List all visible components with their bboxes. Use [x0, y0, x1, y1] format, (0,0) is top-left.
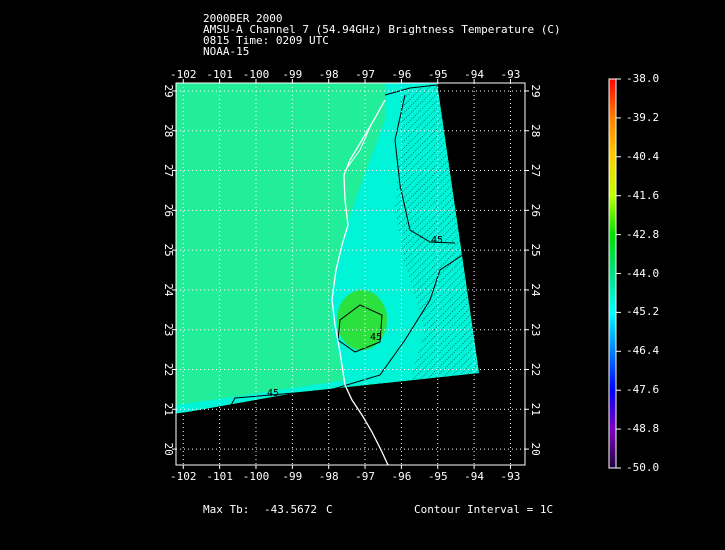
lon-label-top: -93 [501, 68, 521, 81]
colorbar [608, 78, 621, 469]
colorbar-label: -46.4 [626, 344, 660, 358]
lat-label-right: 20 [529, 442, 542, 455]
colorbar-label: -40.4 [626, 149, 660, 163]
lat-label-right: 22 [529, 363, 542, 376]
max-tb-value: -43.5672 [264, 503, 317, 516]
contour-interval: Contour Interval = 1C [414, 503, 554, 516]
lon-label-bottom: -100 [243, 470, 270, 483]
colorbar-label: -41.6 [626, 188, 660, 202]
colorbar-label: -39.2 [626, 110, 660, 124]
lat-label-right: 27 [529, 164, 542, 177]
colorbar-label: -42.8 [626, 227, 660, 241]
colorbar-label: -47.6 [626, 383, 660, 397]
lon-label-bottom: -99 [282, 470, 302, 483]
lat-label-right: 23 [529, 323, 542, 336]
lat-label-left: 27 [162, 164, 175, 177]
lon-label-bottom: -94 [464, 470, 484, 483]
colorbar-label: -44.0 [626, 266, 660, 280]
lon-label-top: -96 [391, 68, 411, 81]
lon-label-top: -97 [355, 68, 375, 81]
lon-label-top: -95 [428, 68, 448, 81]
colorbar-label: -48.8 [626, 422, 660, 436]
lon-label-top: -99 [282, 68, 302, 81]
lon-label-bottom: -97 [355, 470, 375, 483]
lat-label-left: 29 [162, 84, 175, 97]
lat-label-left: 24 [162, 283, 175, 297]
lat-label-right: 26 [529, 204, 542, 217]
colorbar-label: -45.2 [626, 305, 660, 319]
lon-label-bottom: -93 [501, 470, 521, 483]
lat-label-right: 28 [529, 124, 542, 137]
lon-label-bottom: -101 [206, 470, 233, 483]
lon-label-top: -98 [319, 68, 339, 81]
max-tb-unit: C [326, 503, 333, 516]
lat-label-right: 25 [529, 244, 542, 257]
contour-label: 45 [431, 235, 443, 246]
colorbar-bar [608, 78, 617, 469]
colorbar-label: -38.0 [626, 72, 660, 85]
lon-label-top: -100 [243, 68, 270, 81]
map-panel: -102 -102 -101 -101 -100 -100 -99 -99 -98 -98 -97 -… [162, 68, 621, 483]
lon-label-bottom: -102 [170, 470, 197, 483]
max-tb-label: Max Tb: [203, 503, 250, 516]
lat-label-left: 25 [162, 244, 175, 257]
lat-label-left: 28 [162, 124, 175, 137]
contour-label: 45 [370, 332, 382, 343]
lat-label-left: 22 [162, 363, 175, 376]
lon-label-top: -102 [170, 68, 197, 81]
lon-label-top: -94 [464, 68, 484, 81]
lon-label-bottom: -98 [319, 470, 339, 483]
lon-label-bottom: -96 [391, 470, 411, 483]
lat-label-left: 23 [162, 323, 175, 336]
lat-label-left: 20 [162, 442, 175, 455]
lat-label-right: 24 [529, 283, 542, 297]
lat-label-right: 29 [529, 84, 542, 97]
lat-label-right: 21 [529, 403, 542, 416]
lat-label-left: 21 [162, 403, 175, 416]
lat-label-left: 26 [162, 204, 175, 217]
contour-label: 45 [267, 388, 279, 399]
lon-label-top: -101 [206, 68, 233, 81]
lon-label-bottom: -95 [428, 470, 448, 483]
colorbar-label: -50.0 [626, 461, 660, 474]
